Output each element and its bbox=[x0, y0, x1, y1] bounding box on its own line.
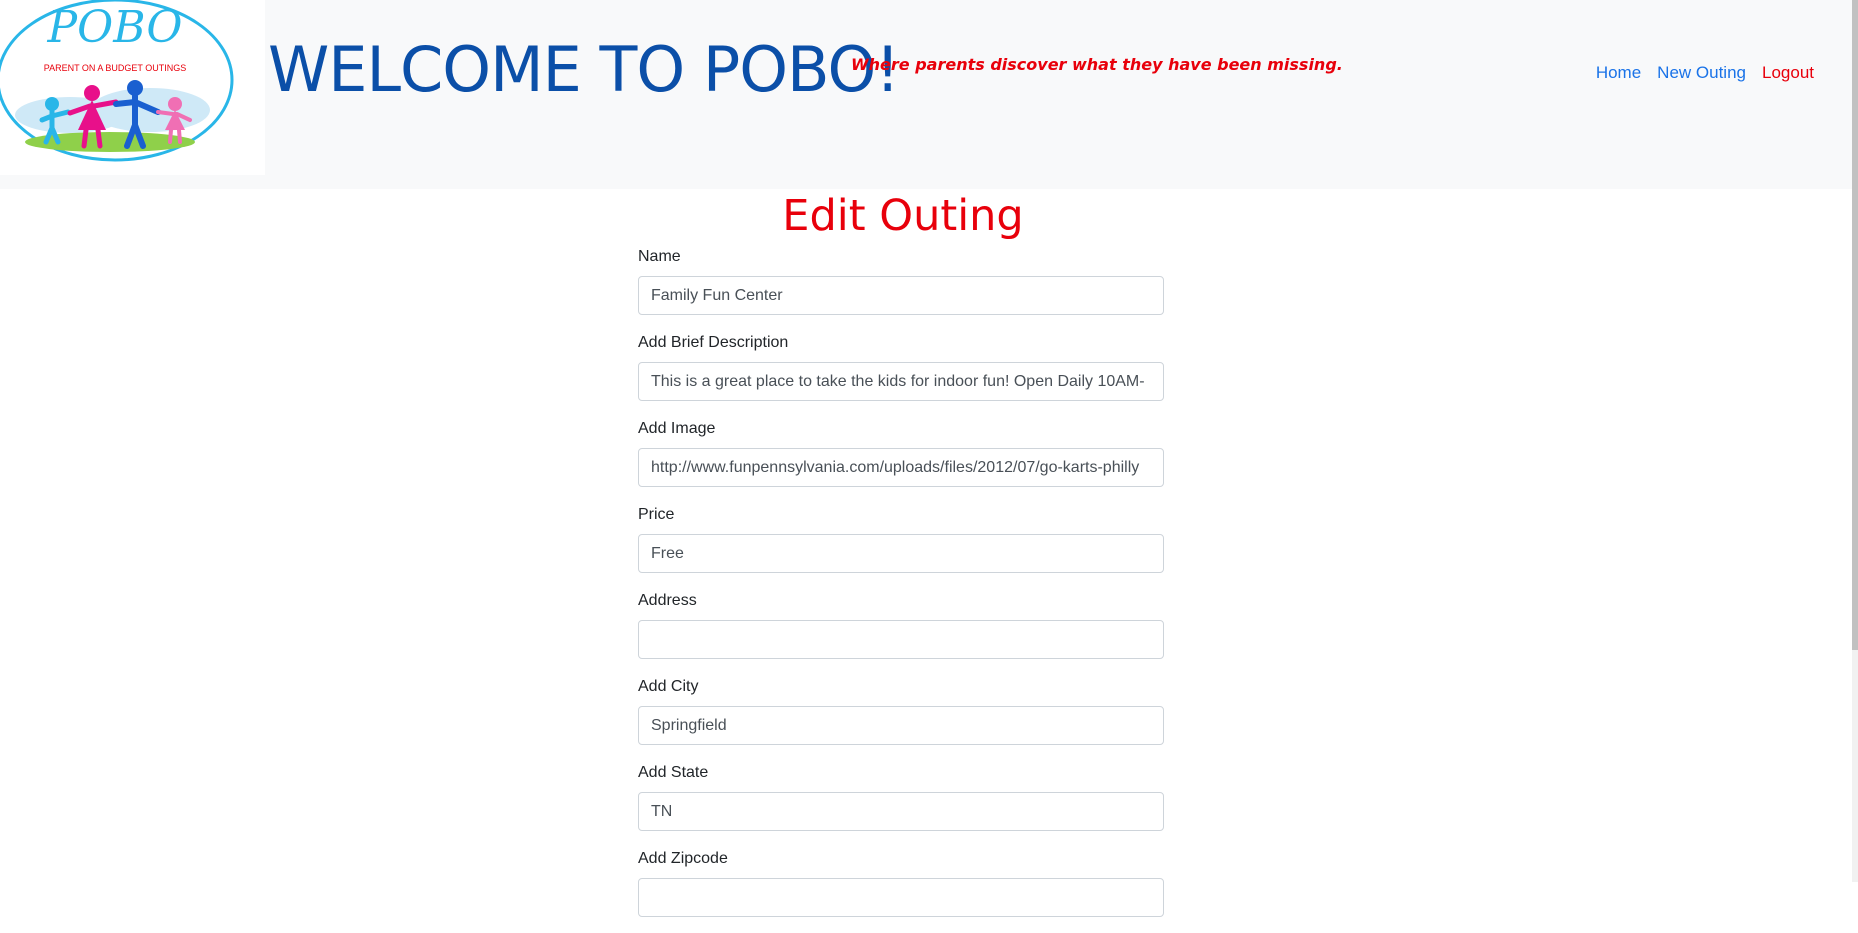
pobo-logo[interactable]: POBO PARENT ON A BUDGET OUTINGS bbox=[0, 0, 265, 175]
site-tagline: Where parents discover what they have be… bbox=[851, 55, 1343, 74]
page-title: Edit Outing bbox=[782, 191, 1024, 241]
zipcode-label: Add Zipcode bbox=[638, 850, 728, 867]
image-url-input[interactable]: http://www.funpennsylvania.com/uploads/f… bbox=[638, 448, 1164, 487]
description-label: Add Brief Description bbox=[638, 334, 789, 351]
city-field-group: Add City Springfield bbox=[638, 675, 1164, 761]
image-field-group: Add Image http://www.funpennsylvania.com… bbox=[638, 417, 1164, 503]
state-input[interactable]: TN bbox=[638, 792, 1164, 831]
address-field-group: Address bbox=[638, 589, 1164, 675]
name-field-group: Name Family Fun Center bbox=[638, 245, 1164, 331]
description-field-group: Add Brief Description This is a great pl… bbox=[638, 331, 1164, 417]
svg-text:POBO: POBO bbox=[47, 2, 183, 53]
city-input[interactable]: Springfield bbox=[638, 706, 1164, 745]
price-label: Price bbox=[638, 506, 675, 523]
name-input[interactable]: Family Fun Center bbox=[638, 276, 1164, 315]
price-input[interactable]: Free bbox=[638, 534, 1164, 573]
zipcode-input[interactable] bbox=[638, 878, 1164, 917]
site-title: WELCOME TO POBO! bbox=[268, 33, 900, 106]
state-field-group: Add State TN bbox=[638, 761, 1164, 847]
description-input[interactable]: This is a great place to take the kids f… bbox=[638, 362, 1164, 401]
zipcode-field-group: Add Zipcode bbox=[638, 847, 1164, 933]
address-input[interactable] bbox=[638, 620, 1164, 659]
pobo-logo-image: POBO PARENT ON A BUDGET OUTINGS bbox=[0, 0, 234, 162]
nav-links: Home New Outing Logout bbox=[1588, 63, 1822, 83]
nav-logout-link[interactable]: Logout bbox=[1754, 63, 1822, 83]
scrollbar-thumb[interactable] bbox=[1852, 0, 1858, 650]
name-label: Name bbox=[638, 248, 681, 265]
nav-new-outing-link[interactable]: New Outing bbox=[1649, 63, 1754, 83]
edit-outing-form: Name Family Fun Center Add Brief Descrip… bbox=[638, 245, 1164, 933]
nav-home-link[interactable]: Home bbox=[1588, 63, 1649, 83]
svg-text:PARENT ON A BUDGET OUTINGS: PARENT ON A BUDGET OUTINGS bbox=[44, 63, 187, 73]
city-label: Add City bbox=[638, 678, 699, 695]
navbar: POBO PARENT ON A BUDGET OUTINGS WELCOME … bbox=[0, 0, 1852, 189]
page-scrollbar[interactable] bbox=[1852, 0, 1858, 882]
price-field-group: Price Free bbox=[638, 503, 1164, 589]
state-label: Add State bbox=[638, 764, 709, 781]
address-label: Address bbox=[638, 592, 697, 609]
image-label: Add Image bbox=[638, 420, 716, 437]
